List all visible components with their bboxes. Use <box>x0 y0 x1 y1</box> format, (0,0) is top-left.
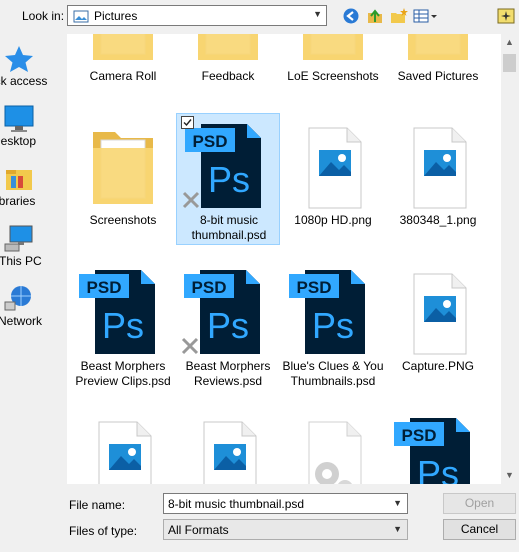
file-list[interactable]: Camera Roll Feedback LoE Screenshots Sav… <box>67 34 501 484</box>
file-item-folder[interactable]: Saved Pictures <box>386 34 490 110</box>
file-label: LoE Screenshots <box>287 69 379 83</box>
gear-file-icon <box>308 421 362 484</box>
chevron-down-icon: ▼ <box>313 9 322 19</box>
file-label: Capture.PNG <box>401 359 475 373</box>
blocked-x-icon <box>181 337 199 355</box>
image-file-icon <box>176 412 280 484</box>
image-file-icon <box>281 118 385 210</box>
scroll-down-arrow-icon[interactable]: ▼ <box>501 467 518 484</box>
psd-file-icon <box>386 412 490 484</box>
up-folder-icon[interactable] <box>366 7 384 25</box>
places-bar: ick access Desktop ibraries This PC Netw… <box>0 34 67 484</box>
toolbar: Look in: Pictures ▼ <box>0 0 519 34</box>
scroll-up-arrow-icon[interactable]: ▲ <box>501 34 518 51</box>
psd-file-icon <box>281 264 385 356</box>
chevron-down-icon: ▼ <box>393 524 402 534</box>
look-in-label: Look in: <box>22 9 65 23</box>
file-item-psd[interactable]: Beast Morphers Preview Clips.psd <box>71 264 175 400</box>
place-label: ick access <box>0 74 48 88</box>
file-label: Beast Morphers Preview Clips.psd <box>75 359 171 388</box>
place-label: ibraries <box>0 194 36 208</box>
libraries-icon <box>4 164 34 197</box>
desktop-icon <box>4 104 34 137</box>
pictures-folder-icon <box>73 9 89 26</box>
network-icon <box>4 284 34 317</box>
file-name-input[interactable]: 8-bit music thumbnail.psd ▼ <box>163 493 408 514</box>
vertical-scrollbar[interactable]: ▲ ▼ <box>501 34 518 484</box>
file-item-psd[interactable]: Beast Morphers Reviews.psd <box>176 264 280 400</box>
file-type-label: Files of type: <box>69 524 138 538</box>
place-label: Network <box>0 314 43 328</box>
file-item-psd[interactable]: Blue's Clues & You Thumbnails.psd <box>281 264 385 400</box>
chevron-down-icon[interactable]: ▼ <box>393 498 402 508</box>
look-in-dropdown[interactable]: Pictures ▼ <box>67 5 327 26</box>
file-item-image[interactable]: Capture.PNG <box>386 264 490 400</box>
file-type-value: All Formats <box>168 523 229 537</box>
selection-checkbox[interactable] <box>181 116 194 129</box>
extra-icon[interactable] <box>497 7 515 25</box>
file-item-image[interactable]: 380348_1.png <box>386 118 490 254</box>
folder-icon <box>71 118 175 210</box>
new-folder-icon[interactable] <box>390 7 408 25</box>
file-item-folder[interactable]: Screenshots <box>71 118 175 254</box>
file-label: Feedback <box>201 69 255 83</box>
file-item-generic[interactable] <box>281 412 385 484</box>
folder-icon <box>281 34 385 66</box>
file-item-folder[interactable]: Feedback <box>176 34 280 110</box>
file-label: Screenshots <box>89 213 157 227</box>
psd-file-icon <box>71 264 175 356</box>
file-label: 1080p HD.png <box>294 213 372 227</box>
file-name-label: File name: <box>69 498 126 512</box>
file-label: 380348_1.png <box>399 213 477 227</box>
place-label: Desktop <box>0 134 37 148</box>
cancel-button[interactable]: Cancel <box>443 519 516 540</box>
file-item-folder[interactable]: Camera Roll <box>71 34 175 110</box>
file-label: Beast Morphers Reviews.psd <box>185 359 271 388</box>
image-file-icon <box>71 412 175 484</box>
place-network[interactable]: Network <box>0 282 67 340</box>
folder-icon <box>176 34 280 66</box>
scrollbar-thumb[interactable] <box>503 54 516 72</box>
place-desktop[interactable]: Desktop <box>0 102 67 160</box>
view-menu-icon[interactable] <box>413 7 439 25</box>
file-item-psd[interactable] <box>386 412 490 484</box>
blocked-x-icon <box>182 191 200 209</box>
file-item-image[interactable] <box>176 412 280 484</box>
look-in-value: Pictures <box>94 9 138 23</box>
star-icon <box>4 44 34 77</box>
place-quick-access[interactable]: ick access <box>0 42 67 100</box>
folder-icon <box>71 34 175 66</box>
file-item-folder[interactable]: LoE Screenshots <box>281 34 385 110</box>
file-label: Blue's Clues & You Thumbnails.psd <box>282 359 384 388</box>
place-libraries[interactable]: ibraries <box>0 162 67 220</box>
file-item-image[interactable]: 1080p HD.png <box>281 118 385 254</box>
file-item-selected[interactable]: 8-bit music thumbnail.psd <box>176 113 280 245</box>
image-file-icon <box>386 118 490 210</box>
back-icon[interactable] <box>342 7 360 25</box>
file-type-dropdown[interactable]: All Formats ▼ <box>163 519 408 540</box>
file-label: 8-bit music thumbnail.psd <box>191 213 267 242</box>
place-label: This PC <box>0 254 42 268</box>
file-label: Saved Pictures <box>397 69 479 83</box>
checkmark-icon <box>183 119 192 127</box>
folder-icon <box>386 34 490 66</box>
image-file-icon <box>386 264 490 356</box>
file-name-value: 8-bit music thumbnail.psd <box>168 497 305 511</box>
place-this-pc[interactable]: This PC <box>0 222 67 280</box>
file-item-image[interactable] <box>71 412 175 484</box>
file-label: Camera Roll <box>89 69 157 83</box>
open-button[interactable]: Open <box>443 493 516 514</box>
computer-icon <box>4 224 34 257</box>
